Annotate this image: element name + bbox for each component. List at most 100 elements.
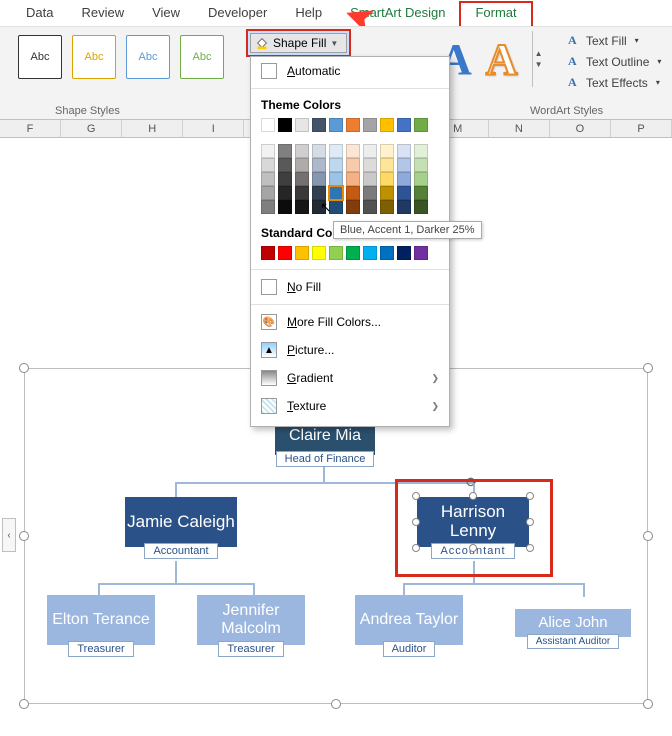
color-swatch[interactable] [397, 158, 411, 172]
wordart-style-2[interactable]: A [486, 34, 518, 85]
color-swatch[interactable] [261, 172, 275, 186]
org-node-bottom-1[interactable]: Jennifer Malcolm Treasurer [197, 595, 305, 645]
color-swatch[interactable] [380, 118, 394, 132]
canvas-handle[interactable] [643, 699, 653, 709]
color-swatch[interactable] [312, 158, 326, 172]
color-swatch[interactable] [397, 172, 411, 186]
color-swatch[interactable] [363, 118, 377, 132]
canvas-handle[interactable] [19, 531, 29, 541]
tab-review[interactable]: Review [67, 1, 138, 26]
smartart-text-pane-toggle[interactable]: ‹ [2, 518, 16, 552]
color-swatch[interactable] [261, 200, 275, 214]
org-node-mid-1[interactable]: Harrison Lenny Accountant ⟳ [417, 497, 529, 547]
color-swatch[interactable] [363, 246, 377, 260]
color-swatch[interactable] [261, 144, 275, 158]
color-swatch[interactable] [295, 144, 309, 158]
color-swatch[interactable] [346, 118, 360, 132]
color-swatch[interactable] [312, 144, 326, 158]
color-swatch[interactable] [397, 118, 411, 132]
color-swatch[interactable] [329, 186, 343, 200]
shape-fill-button[interactable]: Shape Fill ▼ [250, 33, 347, 53]
color-swatch[interactable] [346, 200, 360, 214]
color-swatch[interactable] [278, 158, 292, 172]
color-swatch[interactable] [329, 118, 343, 132]
color-swatch[interactable] [363, 144, 377, 158]
color-swatch[interactable] [380, 200, 394, 214]
color-swatch[interactable] [414, 172, 428, 186]
text-effects-button[interactable]: AText Effects▾ [568, 75, 661, 90]
color-swatch[interactable] [295, 172, 309, 186]
canvas-handle[interactable] [643, 531, 653, 541]
picture-option[interactable]: ▲ Picture... [251, 336, 449, 364]
color-swatch[interactable] [329, 172, 343, 186]
color-swatch[interactable] [295, 186, 309, 200]
gradient-option[interactable]: Gradient ❯ [251, 364, 449, 392]
color-swatch[interactable] [414, 200, 428, 214]
org-node-bottom-2[interactable]: Andrea Taylor Auditor [355, 595, 463, 645]
color-swatch[interactable] [329, 144, 343, 158]
color-swatch[interactable] [295, 200, 309, 214]
color-swatch[interactable] [346, 186, 360, 200]
color-swatch[interactable] [295, 246, 309, 260]
shape-style-1[interactable]: Abc [18, 35, 62, 79]
color-swatch[interactable] [261, 158, 275, 172]
color-swatch[interactable] [278, 246, 292, 260]
color-swatch[interactable] [380, 246, 394, 260]
canvas-handle[interactable] [19, 699, 29, 709]
texture-option[interactable]: Texture ❯ [251, 392, 449, 420]
color-swatch[interactable] [295, 118, 309, 132]
color-swatch[interactable] [414, 118, 428, 132]
color-swatch[interactable] [329, 246, 343, 260]
color-swatch[interactable] [312, 246, 326, 260]
color-swatch[interactable] [397, 144, 411, 158]
color-swatch[interactable] [380, 158, 394, 172]
shape-style-3[interactable]: Abc [126, 35, 170, 79]
color-swatch[interactable] [261, 186, 275, 200]
color-swatch[interactable] [312, 200, 326, 214]
color-swatch[interactable] [278, 186, 292, 200]
org-node-bottom-3[interactable]: Alice John Assistant Auditor [515, 609, 631, 637]
org-node-bottom-0[interactable]: Elton Terance Treasurer [47, 595, 155, 645]
tab-smartart-design[interactable]: SmartArt Design [336, 1, 459, 26]
automatic-option[interactable]: Automatic [251, 57, 449, 85]
color-swatch[interactable] [346, 158, 360, 172]
tab-view[interactable]: View [138, 1, 194, 26]
canvas-handle[interactable] [643, 363, 653, 373]
color-swatch[interactable] [363, 158, 377, 172]
color-swatch[interactable] [312, 186, 326, 200]
color-swatch[interactable] [261, 246, 275, 260]
color-swatch[interactable] [278, 200, 292, 214]
color-swatch[interactable] [278, 172, 292, 186]
color-swatch[interactable] [363, 200, 377, 214]
color-swatch[interactable] [278, 144, 292, 158]
shape-style-4[interactable]: Abc [180, 35, 224, 79]
tab-format[interactable]: Format [459, 1, 532, 26]
canvas-handle[interactable] [19, 363, 29, 373]
color-swatch[interactable] [295, 158, 309, 172]
color-swatch[interactable] [414, 144, 428, 158]
color-swatch[interactable] [329, 158, 343, 172]
color-swatch[interactable] [312, 172, 326, 186]
color-swatch[interactable] [380, 172, 394, 186]
tab-help[interactable]: Help [281, 1, 336, 26]
color-swatch[interactable] [397, 200, 411, 214]
org-node-mid-0[interactable]: Jamie Caleigh Accountant [125, 497, 237, 547]
color-swatch[interactable] [414, 158, 428, 172]
color-swatch[interactable] [363, 186, 377, 200]
color-swatch[interactable] [346, 144, 360, 158]
text-outline-button[interactable]: AText Outline▾ [568, 54, 661, 69]
canvas-handle[interactable] [331, 699, 341, 709]
color-swatch[interactable] [414, 246, 428, 260]
tab-data[interactable]: Data [12, 1, 67, 26]
shape-style-2[interactable]: Abc [72, 35, 116, 79]
more-fill-colors-option[interactable]: 🎨 More Fill Colors... [251, 308, 449, 336]
color-swatch[interactable] [278, 118, 292, 132]
color-swatch[interactable] [329, 200, 343, 214]
color-swatch[interactable] [261, 118, 275, 132]
wordart-more-button[interactable]: ▲▼ [532, 31, 546, 87]
color-swatch[interactable] [414, 186, 428, 200]
color-swatch[interactable] [346, 246, 360, 260]
color-swatch[interactable] [380, 144, 394, 158]
color-swatch[interactable] [363, 172, 377, 186]
no-fill-option[interactable]: No Fill [251, 273, 449, 301]
